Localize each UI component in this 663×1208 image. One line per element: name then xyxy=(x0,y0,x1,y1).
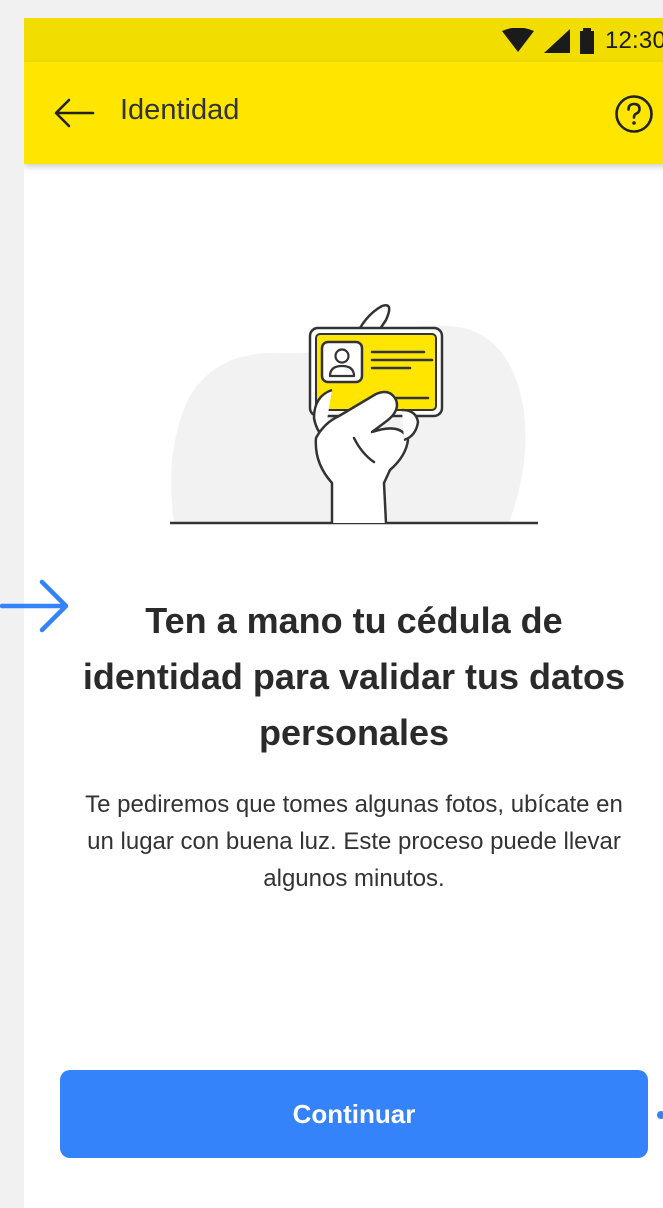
help-button[interactable] xyxy=(612,92,656,136)
annotation-dot xyxy=(657,1111,663,1119)
wifi-icon xyxy=(501,28,534,52)
app-screen: 12:30 Identidad Ten a mano tu cédula de … xyxy=(24,18,663,1208)
arrow-left-icon xyxy=(54,98,95,128)
hand-holding-id-card-icon xyxy=(170,304,538,525)
page-title: Identidad xyxy=(120,94,240,126)
status-time: 12:30 xyxy=(604,27,663,54)
battery-icon xyxy=(579,28,594,54)
description-text: Te pediremos que tomes algunas fotos, ub… xyxy=(85,791,623,892)
app-bar: Identidad xyxy=(24,62,663,164)
main-heading: Ten a mano tu cédula de identidad para v… xyxy=(82,600,626,753)
question-circle-icon xyxy=(615,95,653,133)
status-icons: 12:30 xyxy=(501,26,663,56)
back-button[interactable] xyxy=(50,92,98,134)
continue-button-label: Continuar xyxy=(292,1098,416,1129)
cellular-signal-icon xyxy=(543,29,570,53)
arrow-right-icon xyxy=(0,579,69,633)
id-card-illustration xyxy=(170,304,538,525)
status-bar: 12:30 xyxy=(24,18,663,62)
continue-button[interactable]: Continuar xyxy=(60,1070,648,1158)
